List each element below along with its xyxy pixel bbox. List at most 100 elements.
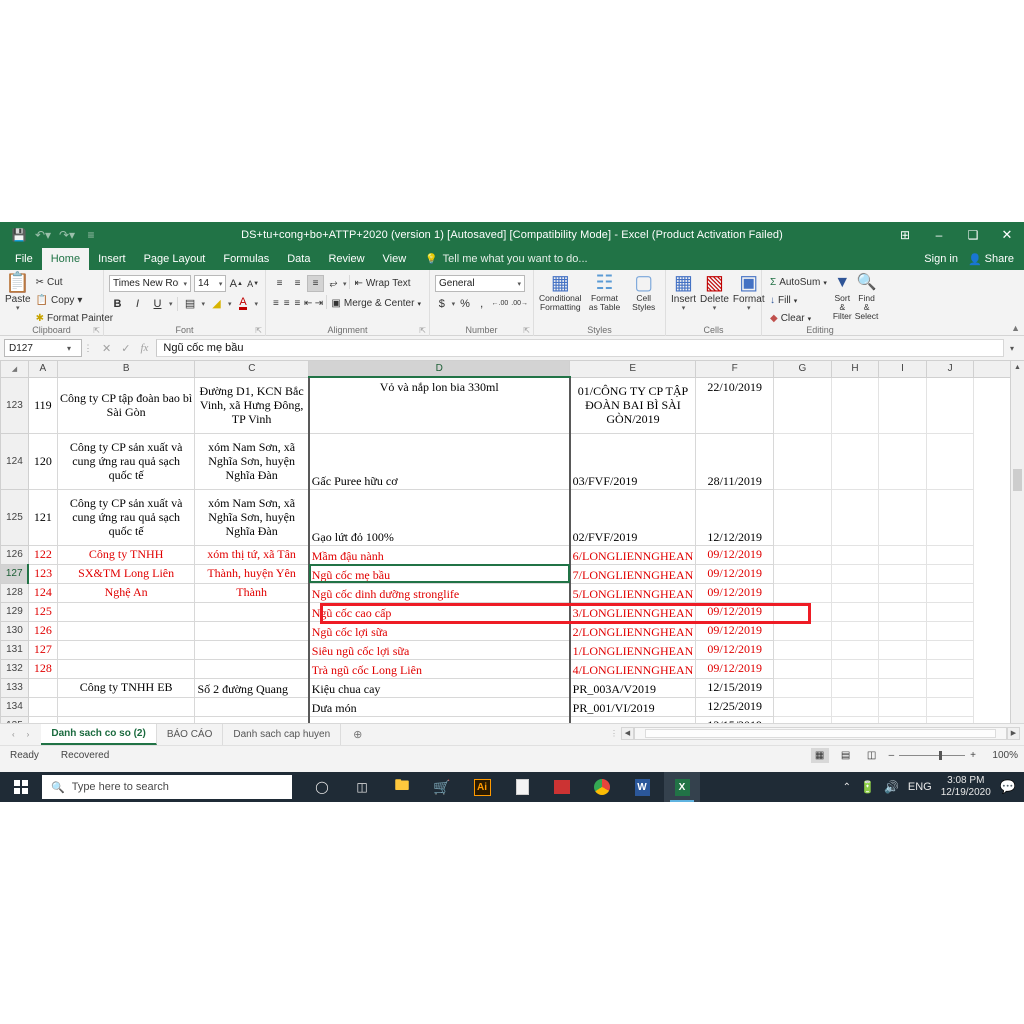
percent-button[interactable]: %: [458, 295, 472, 312]
alignment-dialog-launcher[interactable]: ⇱: [419, 326, 426, 335]
cell-D130[interactable]: Ngũ cốc lợi sữa: [307, 620, 571, 641]
font-name-combo[interactable]: Times New Roma ▾: [109, 275, 191, 292]
cell-E127[interactable]: 7/LONGLIENNGHEAN: [569, 563, 697, 584]
table-row[interactable]: 129 125 Ngũ cốc cao cấp 3/LONGLIENNGHEAN…: [0, 601, 1024, 622]
cell-B129[interactable]: [56, 601, 196, 622]
cell-E123[interactable]: 01/CÔNG TY CP TẬP ĐOÀN BAI BÌ SÀI GÒN/20…: [569, 376, 697, 434]
cell-D127[interactable]: Ngũ cốc mẹ bầu: [307, 563, 571, 584]
cell-G134[interactable]: [773, 696, 832, 717]
zoom-thumb[interactable]: [939, 751, 943, 760]
cell-J128[interactable]: [925, 582, 975, 603]
cell-E130[interactable]: 2/LONGLIENNGHEAN: [569, 620, 697, 641]
cell-A135[interactable]: [27, 715, 58, 723]
chevron-down-icon[interactable]: ▾: [255, 300, 259, 308]
row-header-129[interactable]: 129: [0, 601, 29, 622]
cell-F128[interactable]: 09/12/2019: [695, 582, 775, 603]
cell-A132[interactable]: 128: [27, 658, 58, 679]
row-header-124[interactable]: 124: [0, 432, 29, 490]
row-header-123[interactable]: 123: [0, 376, 29, 434]
table-row[interactable]: 128 124 Nghệ An Thành Ngũ cốc dinh dưỡng…: [0, 582, 1024, 603]
column-header-F[interactable]: F: [695, 361, 775, 378]
cell-D135[interactable]: Tỏi heo chua ngot: [307, 715, 571, 723]
excel-icon[interactable]: X: [664, 772, 700, 802]
table-row[interactable]: 125 121 Công ty CP sản xuất và cung ứng …: [0, 488, 1024, 546]
table-row[interactable]: 132 128 Trà ngũ cốc Long Liên 4/LONGLIEN…: [0, 658, 1024, 679]
row-header-132[interactable]: 132: [0, 658, 29, 679]
table-row[interactable]: 135 Tỏi heo chua ngot PR_005/VI/2019 12/…: [0, 715, 1024, 723]
cell-I123[interactable]: [878, 376, 927, 434]
cell-J126[interactable]: [925, 544, 975, 565]
insert-cells-button[interactable]: ▦ Insert ▾: [671, 273, 696, 312]
ribbon-tab-insert[interactable]: Insert: [89, 248, 135, 270]
cell-A125[interactable]: 121: [27, 488, 58, 546]
cell-B130[interactable]: [56, 620, 196, 641]
column-header-G[interactable]: G: [773, 361, 832, 378]
cell-A130[interactable]: 126: [27, 620, 58, 641]
unikey-icon[interactable]: [544, 772, 580, 802]
customize-qat-icon[interactable]: ≡: [80, 225, 102, 245]
ribbon-tab-home[interactable]: Home: [41, 248, 90, 270]
cell-C123[interactable]: Đường D1, KCN Bắc Vinh, xã Hưng Đông, TP…: [194, 376, 310, 434]
cell-J131[interactable]: [925, 639, 975, 660]
cell-A129[interactable]: 125: [27, 601, 58, 622]
comma-button[interactable]: ,: [475, 295, 489, 312]
cell-I126[interactable]: [878, 544, 927, 565]
cell-H127[interactable]: [830, 563, 880, 584]
cell-H125[interactable]: [830, 488, 880, 546]
bold-button[interactable]: B: [109, 295, 126, 312]
row-header-130[interactable]: 130: [0, 620, 29, 641]
cell-C129[interactable]: [194, 601, 310, 622]
zoom-out-button[interactable]: –: [889, 750, 895, 761]
vertical-scroll-thumb[interactable]: [1013, 469, 1022, 491]
cell-H126[interactable]: [830, 544, 880, 565]
orientation-button[interactable]: ⥂: [325, 275, 342, 292]
undo-icon[interactable]: ↶▾: [32, 225, 54, 245]
cell-B123[interactable]: Công ty CP tập đoàn bao bì Sài Gòn: [56, 376, 196, 434]
vertical-scrollbar[interactable]: ▲: [1010, 361, 1024, 723]
row-header-125[interactable]: 125: [0, 488, 29, 546]
cell-F130[interactable]: 09/12/2019: [695, 620, 775, 641]
cell-D131[interactable]: Siêu ngũ cốc lợi sữa: [307, 639, 571, 660]
underline-button[interactable]: U: [149, 295, 166, 312]
cell-A134[interactable]: [27, 696, 58, 717]
column-header-H[interactable]: H: [830, 361, 880, 378]
scroll-up-arrow[interactable]: ▲: [1011, 361, 1024, 375]
row-header-133[interactable]: 133: [0, 677, 29, 698]
cell-I131[interactable]: [878, 639, 927, 660]
shrink-font-button[interactable]: A ▼: [246, 275, 260, 292]
zoom-slider[interactable]: – +: [889, 750, 976, 761]
zoom-in-button[interactable]: +: [970, 750, 976, 761]
select-all-corner[interactable]: ◢: [0, 361, 29, 378]
fill-color-button[interactable]: ◢: [208, 295, 225, 312]
cell-C132[interactable]: [194, 658, 310, 679]
cell-A128[interactable]: 124: [27, 582, 58, 603]
microsoft-store-icon[interactable]: 🛒: [424, 772, 460, 802]
cell-G127[interactable]: [773, 563, 832, 584]
cell-styles-button[interactable]: ▢ Cell Styles: [627, 273, 660, 312]
row-header-135[interactable]: 135: [0, 715, 29, 723]
cell-I124[interactable]: [878, 432, 927, 490]
column-header-A[interactable]: A: [27, 361, 58, 378]
cell-I128[interactable]: [878, 582, 927, 603]
ribbon-display-options-icon[interactable]: ⊞: [888, 222, 922, 248]
cell-C128[interactable]: Thành: [194, 582, 310, 603]
cell-E135[interactable]: PR_005/VI/2019: [569, 715, 697, 723]
cell-G123[interactable]: [773, 376, 832, 434]
cell-F129[interactable]: 09/12/2019: [695, 601, 775, 622]
number-dialog-launcher[interactable]: ⇱: [523, 326, 530, 335]
sheet-tab-danh-sach-co-so-2[interactable]: Danh sach co so (2): [41, 724, 157, 745]
cell-D132[interactable]: Trà ngũ cốc Long Liên: [307, 658, 571, 679]
cell-C125[interactable]: xóm Nam Sơn, xã Nghĩa Sơn, huyện Nghĩa Đ…: [194, 488, 310, 546]
zoom-track[interactable]: [899, 751, 966, 760]
file-explorer-icon[interactable]: 🖿: [384, 772, 420, 802]
row-header-128[interactable]: 128: [0, 582, 29, 603]
cell-E133[interactable]: PR_003A/V2019: [569, 677, 697, 698]
ribbon-tab-data[interactable]: Data: [278, 248, 319, 270]
insert-function-button[interactable]: fx: [140, 342, 148, 354]
cell-D134[interactable]: Dưa món: [307, 696, 571, 717]
cell-C131[interactable]: [194, 639, 310, 660]
column-header-C[interactable]: C: [194, 361, 310, 378]
column-header-E[interactable]: E: [569, 361, 697, 378]
document-icon[interactable]: [504, 772, 540, 802]
cell-H123[interactable]: [830, 376, 880, 434]
